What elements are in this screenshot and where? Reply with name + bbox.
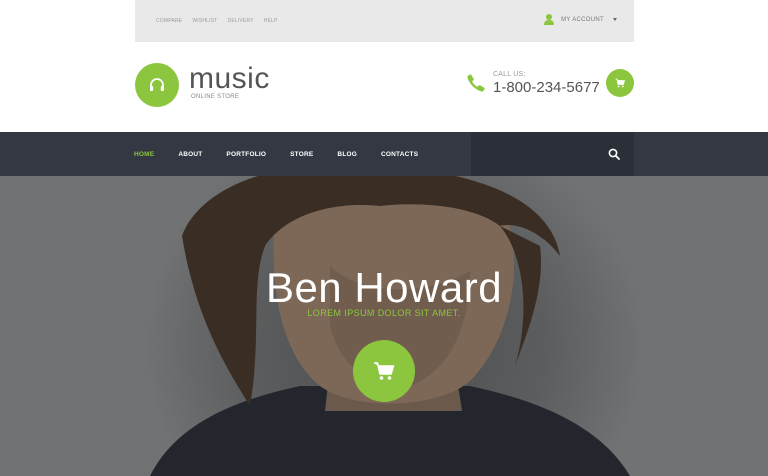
nav-item-portfolio[interactable]: PORTFOLIO <box>226 151 266 158</box>
search-icon[interactable] <box>608 148 620 160</box>
header-cart-button[interactable] <box>606 69 634 97</box>
hero-subtitle: LOREM IPSUM DOLOR SIT AMET. <box>307 308 461 318</box>
main-nav: HOME ABOUT PORTFOLIO STORE BLOG CONTACTS <box>0 132 768 176</box>
cart-icon <box>615 78 625 88</box>
hero-title: Ben Howard <box>265 264 503 311</box>
hero-banner: Ben Howard LOREM IPSUM DOLOR SIT AMET. <box>0 176 768 476</box>
user-icon <box>544 14 555 25</box>
call-us-label: CALL US: <box>493 71 526 78</box>
my-account-dropdown[interactable]: MY ACCOUNT <box>544 14 617 25</box>
nav-item-contacts[interactable]: CONTACTS <box>381 151 418 158</box>
caret-down-icon <box>613 18 617 21</box>
hero-portrait-image <box>150 176 630 476</box>
phone-number[interactable]: 1-800-234-5677 <box>493 79 600 97</box>
cart-icon <box>374 362 395 380</box>
delivery-link[interactable]: Delivery <box>228 17 264 25</box>
top-links: Compare Wishlist Delivery Help <box>156 17 288 25</box>
nav-item-store[interactable]: STORE <box>290 151 313 158</box>
help-link[interactable]: Help <box>264 17 288 25</box>
page: Compare Wishlist Delivery Help MY ACCOUN… <box>0 0 768 476</box>
headphones-icon <box>150 78 164 91</box>
wishlist-link[interactable]: Wishlist <box>192 17 227 25</box>
nav-item-home[interactable]: HOME <box>134 151 154 158</box>
hero-cart-button[interactable] <box>353 340 415 402</box>
logo-title: music <box>189 62 270 95</box>
my-account-label: MY ACCOUNT <box>561 16 604 23</box>
compare-link[interactable]: Compare <box>156 17 192 25</box>
nav-item-blog[interactable]: BLOG <box>337 151 357 158</box>
logo[interactable]: music ONLINE STORE <box>189 62 270 100</box>
top-bar: Compare Wishlist Delivery Help MY ACCOUN… <box>135 0 634 42</box>
logo-badge[interactable] <box>135 63 179 107</box>
nav-item-about[interactable]: ABOUT <box>178 151 202 158</box>
search-area[interactable] <box>471 132 634 176</box>
call-us-block: CALL US: 1-800-234-5677 <box>493 71 600 97</box>
nav-links: HOME ABOUT PORTFOLIO STORE BLOG CONTACTS <box>134 132 442 176</box>
phone-icon <box>467 74 485 92</box>
